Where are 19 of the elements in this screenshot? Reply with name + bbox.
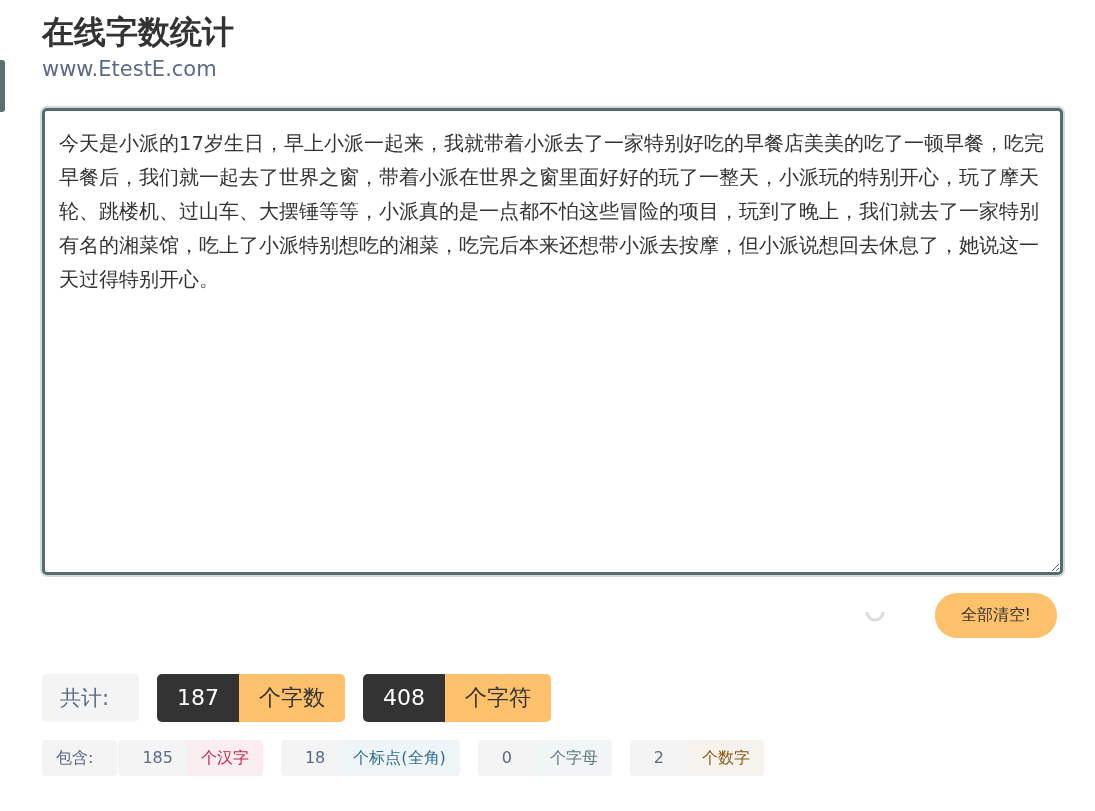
detail-count: 0: [477, 740, 536, 776]
detail-count: 2: [629, 740, 688, 776]
detail-unit: 个数字: [687, 740, 764, 776]
page-title: 在线字数统计: [42, 12, 234, 53]
total-unit: 个字数: [239, 674, 346, 722]
text-input-field[interactable]: 今天是小派的17岁生日，早上小派一起来，我就带着小派去了一家特别好吃的早餐店美美的吃了一顿早餐，吃完早餐后，我们就一起去了世界之窗，带着小派在世界之窗里面好好的玩了一整天，小派玩的特别开心，玩了摩天轮、跳楼机、过山车、大摆锤等等，小派真的是一点都不怕这些冒险的项目，玩到了晚上，我们就去了一家特别有名的湘菜馆，吃上了小派特别想吃的湘菜，吃完后本来还想带小派去按摩，但小派说想回去休息了，她说这一天过得特别开心。: [42, 108, 1063, 575]
clear-all-button[interactable]: 全部清空!: [934, 593, 1057, 638]
detail-unit: 个字母: [535, 740, 612, 776]
detail-count: 185: [118, 740, 187, 776]
site-url: www.EtestE.com: [42, 56, 217, 83]
loading-spinner-icon: [864, 609, 885, 622]
detail-unit: 个标点(全角): [339, 740, 460, 776]
total-count: 187: [157, 674, 240, 722]
detail-count: 18: [280, 740, 340, 776]
total-unit: 个字符: [445, 674, 552, 722]
total-label: 共计:: [42, 674, 140, 722]
detail-unit: 个汉字: [186, 740, 263, 776]
contains-label: 包含:: [42, 740, 118, 776]
total-count: 408: [363, 674, 446, 722]
